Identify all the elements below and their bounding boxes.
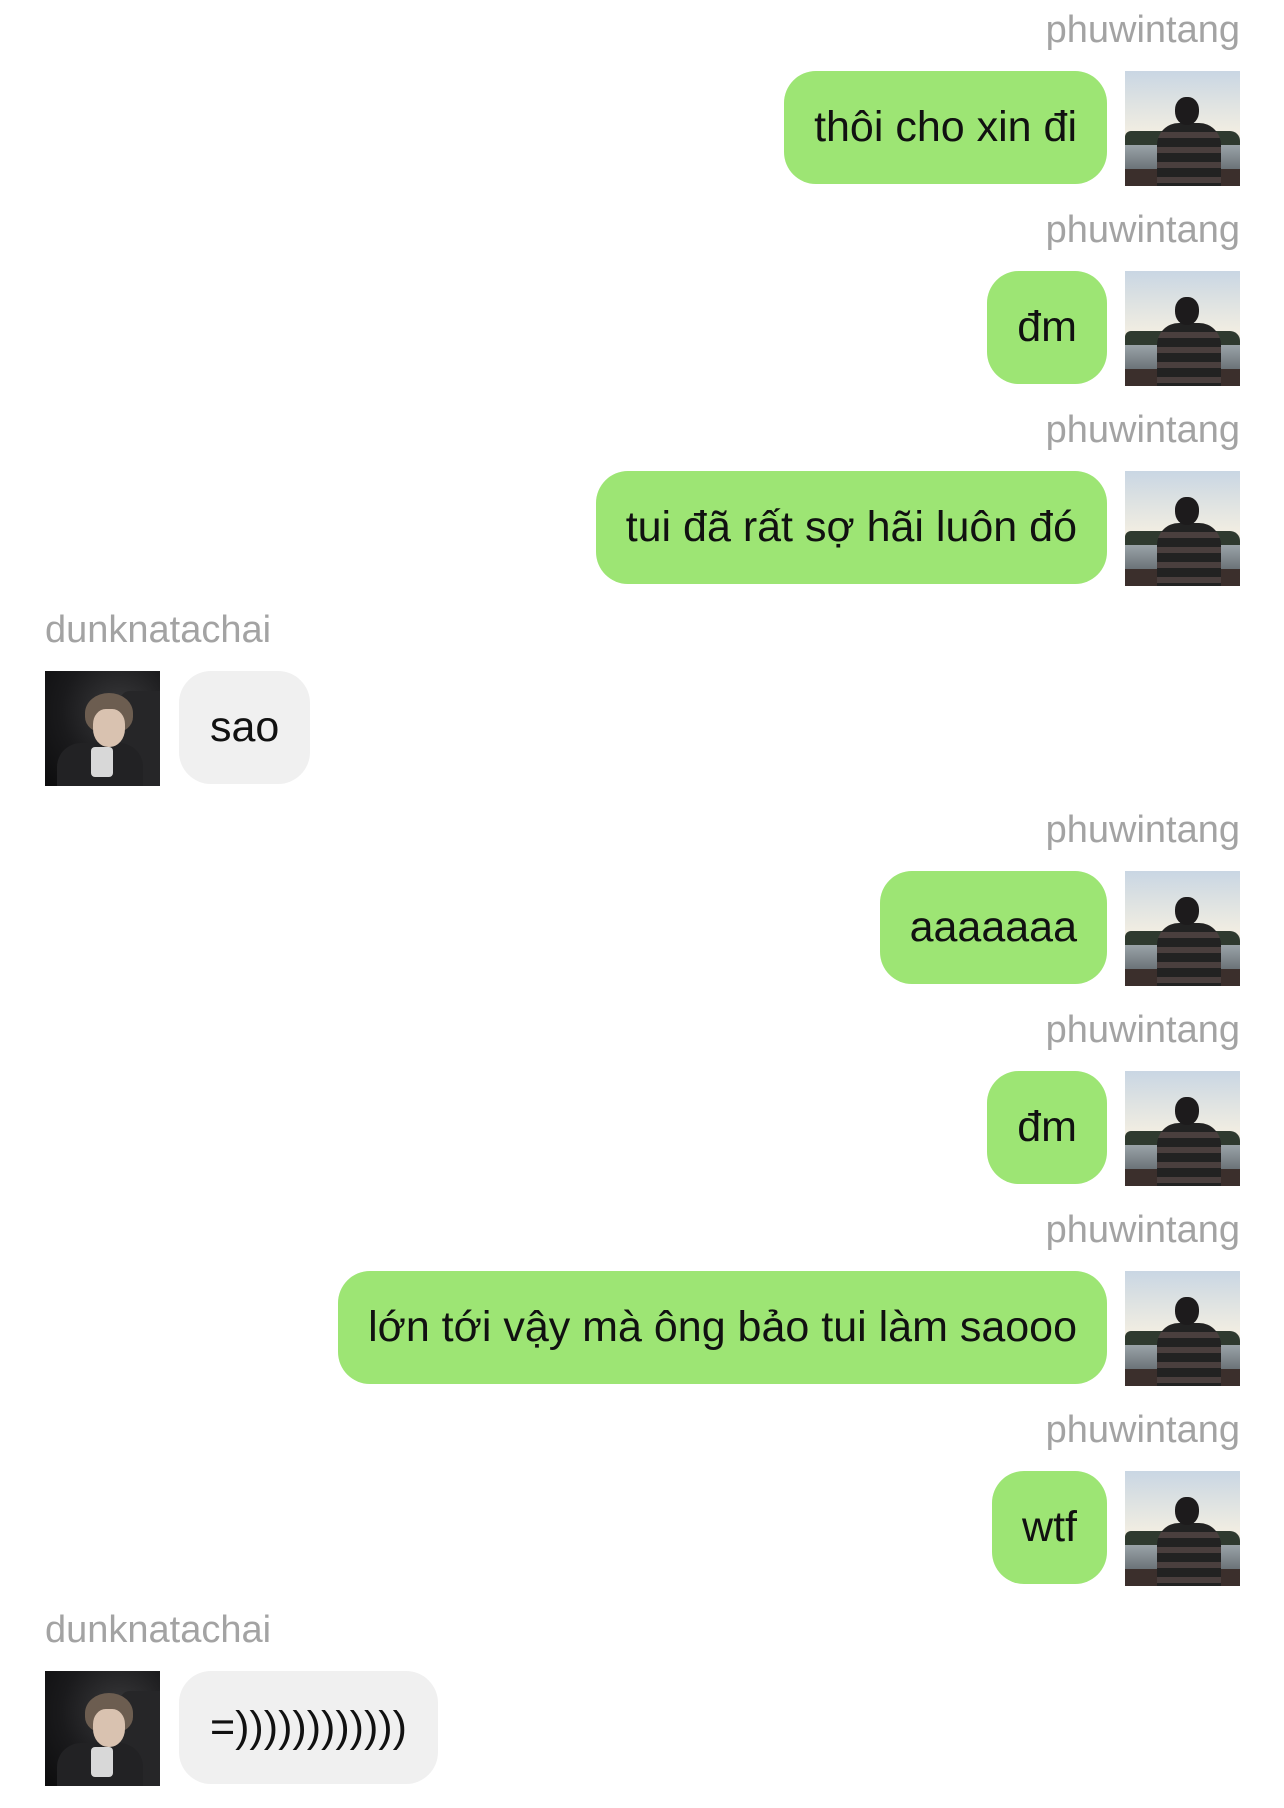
sender-username[interactable]: dunknatachai bbox=[45, 1608, 271, 1652]
profile-photo-icon bbox=[1125, 71, 1240, 186]
profile-photo-icon bbox=[1125, 1471, 1240, 1586]
sender-username[interactable]: phuwintang bbox=[1046, 1408, 1240, 1452]
message-bubble[interactable]: đm bbox=[987, 1071, 1107, 1184]
message-bubble[interactable]: đm bbox=[987, 271, 1107, 384]
avatar[interactable] bbox=[1125, 1271, 1240, 1386]
message-bubble[interactable]: tui đã rất sợ hãi luôn đó bbox=[595, 471, 1107, 584]
message-bubble[interactable]: =)))))))))))) bbox=[179, 1671, 438, 1784]
message-bubble[interactable]: sao bbox=[179, 671, 311, 784]
message-bubble[interactable]: thôi cho xin đi bbox=[784, 71, 1107, 184]
message-row: phuwintang wtf bbox=[0, 1408, 1284, 1608]
message-row: phuwintang lớn tới vậy mà ông bảo tui là… bbox=[0, 1208, 1284, 1408]
message-row: dunknatachai =)))))))))))) bbox=[0, 1608, 1284, 1808]
message-row: phuwintang đm bbox=[0, 208, 1284, 408]
avatar[interactable] bbox=[1125, 871, 1240, 986]
sender-username[interactable]: phuwintang bbox=[1046, 1208, 1240, 1252]
message-row: phuwintang thôi cho xin đi bbox=[0, 8, 1284, 208]
sender-username[interactable]: phuwintang bbox=[1046, 808, 1240, 852]
profile-photo-icon bbox=[45, 671, 160, 786]
profile-photo-icon bbox=[1125, 471, 1240, 586]
message-bubble[interactable]: wtf bbox=[992, 1471, 1107, 1584]
avatar[interactable] bbox=[1125, 1471, 1240, 1586]
message-bubble[interactable]: aaaaaaa bbox=[879, 871, 1107, 984]
profile-photo-icon bbox=[1125, 271, 1240, 386]
message-row: phuwintang đm bbox=[0, 1008, 1284, 1208]
avatar[interactable] bbox=[1125, 1071, 1240, 1186]
sender-username[interactable]: phuwintang bbox=[1046, 408, 1240, 452]
message-row: phuwintang aaaaaaa bbox=[0, 808, 1284, 1008]
sender-username[interactable]: phuwintang bbox=[1046, 8, 1240, 52]
avatar[interactable] bbox=[1125, 271, 1240, 386]
profile-photo-icon bbox=[1125, 1271, 1240, 1386]
avatar[interactable] bbox=[1125, 71, 1240, 186]
avatar[interactable] bbox=[45, 671, 160, 786]
chat-thread: phuwintang thôi cho xin đi phuwintang đm… bbox=[0, 0, 1284, 1792]
profile-photo-icon bbox=[45, 1671, 160, 1786]
profile-photo-icon bbox=[1125, 871, 1240, 986]
avatar[interactable] bbox=[1125, 471, 1240, 586]
sender-username[interactable]: phuwintang bbox=[1046, 208, 1240, 252]
message-row: phuwintang tui đã rất sợ hãi luôn đó bbox=[0, 408, 1284, 608]
avatar[interactable] bbox=[45, 1671, 160, 1786]
profile-photo-icon bbox=[1125, 1071, 1240, 1186]
message-row: dunknatachai sao bbox=[0, 608, 1284, 808]
sender-username[interactable]: dunknatachai bbox=[45, 608, 271, 652]
sender-username[interactable]: phuwintang bbox=[1046, 1008, 1240, 1052]
message-bubble[interactable]: lớn tới vậy mà ông bảo tui làm saooo bbox=[338, 1271, 1107, 1384]
